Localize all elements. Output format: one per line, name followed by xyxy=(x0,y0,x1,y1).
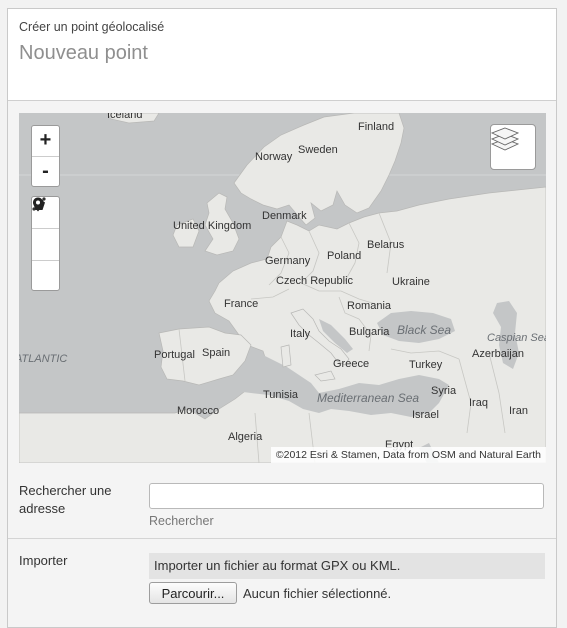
map-label-spain: Spain xyxy=(202,347,231,359)
map-label-czech-republic: Czech Republic xyxy=(276,275,354,287)
zoom-in-button[interactable]: + xyxy=(32,126,59,157)
zoom-out-button[interactable]: - xyxy=(32,157,59,187)
map-basemap xyxy=(19,113,546,463)
map-label-sweden: Sweden xyxy=(298,144,338,156)
map-label-germany: Germany xyxy=(265,255,311,267)
map-label-algeria: Algeria xyxy=(228,431,263,443)
map-label-iceland: Iceland xyxy=(107,113,143,121)
search-button[interactable]: Rechercher xyxy=(149,514,214,528)
browse-file-button[interactable]: Parcourir... xyxy=(149,582,237,604)
file-status-text: Aucun fichier sélectionné. xyxy=(243,586,392,601)
map-label-ukraine: Ukraine xyxy=(392,276,430,288)
zoom-control: + - xyxy=(31,125,60,187)
layers-button[interactable] xyxy=(490,124,536,170)
map-label-atlantic: ATLANTIC xyxy=(19,353,68,365)
new-point-panel: Créer un point géolocalisé Nouveau point xyxy=(7,8,557,628)
draw-polygon-button[interactable] xyxy=(32,198,59,261)
map-label-bulgaria: Bulgaria xyxy=(349,326,390,338)
map-label-morocco: Morocco xyxy=(177,405,220,417)
import-info-text: Importer un fichier au format GPX ou KML… xyxy=(149,553,545,579)
map-label-israel: Israel xyxy=(412,409,439,421)
map-view[interactable]: Iceland Finland Norway Sweden Denmark Un… xyxy=(19,113,546,463)
map-attribution: ©2012 Esri & Stamen, Data from OSM and N… xyxy=(270,447,546,463)
map-label-caspian-sea: Caspian Sea xyxy=(487,332,546,344)
page-title: Nouveau point xyxy=(19,42,148,64)
search-address-label: Rechercher une adresse xyxy=(19,483,112,516)
map-label-azerbaijan: Azerbaijan xyxy=(472,348,524,360)
draw-toolbar xyxy=(31,196,60,291)
draw-marker-button[interactable] xyxy=(32,197,59,292)
map-label-iraq: Iraq xyxy=(469,397,488,409)
panel-subtitle: Créer un point géolocalisé xyxy=(19,20,165,34)
section-divider xyxy=(8,538,556,539)
address-search-input[interactable] xyxy=(149,483,544,509)
map-label-denmark: Denmark xyxy=(262,210,307,222)
marker-icon xyxy=(33,197,43,212)
map-label-iran: Iran xyxy=(509,405,528,417)
map-label-united-kingdom: United Kingdom xyxy=(173,220,252,232)
map-label-france: France xyxy=(224,298,259,310)
map-label-italy: Italy xyxy=(290,328,311,340)
map-label-turkey: Turkey xyxy=(409,359,443,371)
panel-header: Créer un point géolocalisé Nouveau point xyxy=(8,9,556,101)
map-label-norway: Norway xyxy=(255,151,293,163)
map-label-poland: Poland xyxy=(327,250,362,262)
map-label-black-sea: Black Sea xyxy=(397,323,452,337)
map-label-portugal: Portugal xyxy=(154,349,195,361)
map-label-belarus: Belarus xyxy=(367,239,405,251)
map-label-romania: Romania xyxy=(347,300,392,312)
map-label-finland: Finland xyxy=(358,121,395,133)
map-label-tunisia: Tunisia xyxy=(263,389,299,401)
import-label: Importer xyxy=(19,553,68,568)
layers-icon xyxy=(491,127,519,151)
map-label-greece: Greece xyxy=(333,358,370,370)
map-label-mediterranean-sea: Mediterranean Sea xyxy=(317,391,420,405)
map-label-syria: Syria xyxy=(431,385,457,397)
